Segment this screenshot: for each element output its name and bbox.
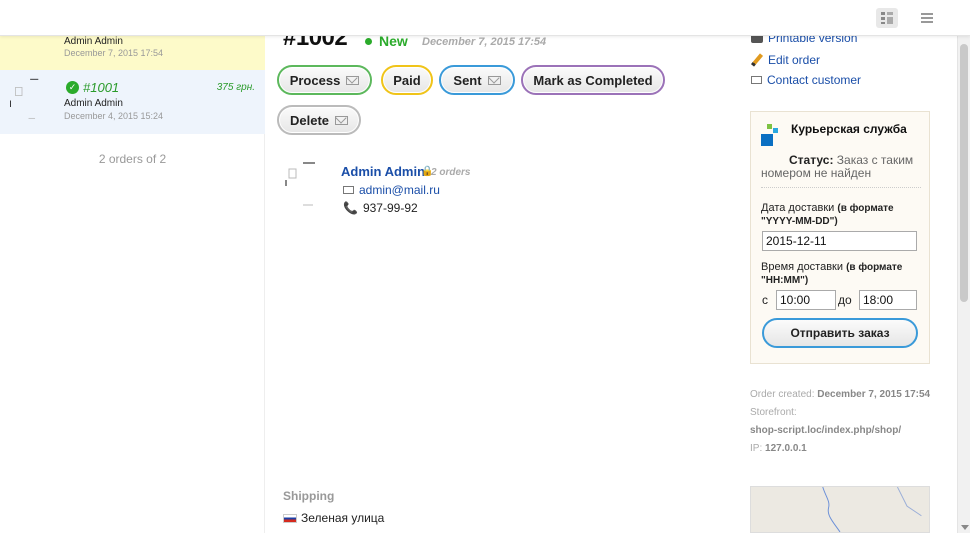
- list-view-toggle[interactable]: [916, 8, 938, 28]
- storefront-label: Storefront:: [750, 407, 797, 418]
- envelope-icon: [343, 186, 354, 194]
- order-date: December 7, 2015 17:54: [422, 36, 547, 48]
- customer-orders-count: 2 orders: [431, 167, 471, 178]
- orders-sidebar: Admin Admin December 7, 2015 17:54 ✓ #10…: [0, 0, 265, 533]
- courier-status-text: Заказ с таким номером не найден: [761, 153, 914, 180]
- order-customer-name: Admin Admin: [64, 36, 123, 47]
- shipping-street: Зеленая улица: [301, 511, 385, 525]
- time-from-label: с: [762, 293, 768, 307]
- order-thumbnail: [10, 78, 39, 119]
- envelope-icon: [346, 75, 360, 85]
- envelope-icon: [335, 115, 349, 125]
- delivery-date-input[interactable]: [762, 231, 917, 251]
- paid-button-label: Paid: [393, 72, 421, 88]
- created-value: December 7, 2015 17:54: [817, 389, 931, 400]
- courier-title: Курьерская служба: [791, 122, 907, 136]
- phone-icon: 📞: [343, 201, 358, 215]
- ip-label: IP:: [750, 443, 763, 454]
- order-sidebar-right: Printable version Edit order Contact cus…: [745, 0, 960, 533]
- time-to-label: до: [838, 293, 852, 307]
- storefront-value: shop-script.loc/index.php/shop/: [750, 425, 902, 436]
- envelope-icon: [751, 76, 762, 84]
- edit-order-label: Edit order: [768, 53, 821, 67]
- customer-phone: 📞 937-99-92: [343, 201, 418, 215]
- order-date: December 7, 2015 17:54: [64, 48, 164, 58]
- page-scrollbar[interactable]: [957, 36, 970, 533]
- pencil-icon: [750, 53, 764, 67]
- delivery-time-label: Время доставки (в формате "HH:MM"): [761, 261, 921, 287]
- order-number-label: #1001: [83, 80, 120, 95]
- split-view-icon: [881, 12, 893, 24]
- send-order-button[interactable]: Отправить заказ: [762, 318, 918, 348]
- process-button-label: Process: [289, 72, 341, 88]
- order-date: December 4, 2015 15:24: [64, 111, 164, 121]
- delivery-date-label: Дата доставки (в формате "YYYY-MM-DD"): [761, 202, 921, 228]
- edit-order-link[interactable]: Edit order: [750, 53, 821, 67]
- shipping-heading: Shipping: [283, 489, 335, 503]
- customer-email: admin@mail.ru: [343, 183, 440, 197]
- customer-phone-number: 937-99-92: [362, 201, 418, 215]
- sent-button[interactable]: Sent: [439, 65, 515, 95]
- order-detail: #1002 New December 7, 2015 17:54 Process…: [265, 0, 745, 533]
- shipping-address: Зеленая улица: [283, 511, 384, 525]
- envelope-icon: [487, 75, 501, 85]
- courier-status-label: Статус:: [789, 153, 834, 167]
- ip-value: 127.0.0.1: [765, 443, 807, 454]
- delivery-date-label-text: Дата доставки: [761, 202, 835, 214]
- process-button[interactable]: Process: [277, 65, 372, 95]
- customer-email-link[interactable]: admin@mail.ru: [359, 183, 440, 197]
- split-view-toggle[interactable]: [876, 8, 898, 28]
- order-meta: Order created: December 7, 2015 17:54 St…: [750, 386, 940, 458]
- customer-name-link[interactable]: Admin Admin: [341, 164, 425, 179]
- delivery-time-label-text: Время доставки: [761, 261, 844, 273]
- delete-button[interactable]: Delete: [277, 105, 361, 135]
- customer-avatar: [285, 162, 315, 206]
- paid-button[interactable]: Paid: [381, 65, 433, 95]
- delete-button-label: Delete: [289, 112, 330, 128]
- order-customer-name: Admin Admin: [64, 98, 123, 109]
- sent-button-label: Sent: [453, 72, 482, 88]
- divider: [761, 187, 921, 188]
- check-icon: ✓: [66, 81, 79, 94]
- orders-count: 2 orders of 2: [98, 152, 167, 166]
- mark-completed-button[interactable]: Mark as Completed: [521, 65, 665, 95]
- courier-status: Статус: Заказ с таким номером не найден: [761, 154, 923, 180]
- time-from-input[interactable]: [776, 290, 836, 310]
- status-dot-icon: [365, 38, 372, 45]
- created-label: Order created:: [750, 389, 815, 400]
- shipping-map[interactable]: [750, 486, 930, 533]
- contact-customer-label: Contact customer: [767, 73, 862, 87]
- list-view-icon: [921, 13, 933, 23]
- order-number: ✓ #1001: [66, 80, 119, 95]
- time-to-input[interactable]: [859, 290, 917, 310]
- mark-completed-button-label: Mark as Completed: [533, 72, 653, 88]
- contact-customer-link[interactable]: Contact customer: [751, 73, 861, 87]
- order-list-item-1001[interactable]: ✓ #1001 375 грн. Admin Admin December 4,…: [0, 70, 265, 134]
- courier-logo-icon: [761, 124, 778, 146]
- scrollbar-thumb[interactable]: [960, 44, 968, 302]
- courier-service-panel: Курьерская служба Статус: Заказ с таким …: [750, 111, 930, 364]
- order-price: 375 грн.: [216, 82, 255, 93]
- top-toolbar: [0, 0, 970, 36]
- russia-flag-icon: [283, 513, 297, 523]
- scroll-down-arrow-icon[interactable]: [961, 525, 969, 530]
